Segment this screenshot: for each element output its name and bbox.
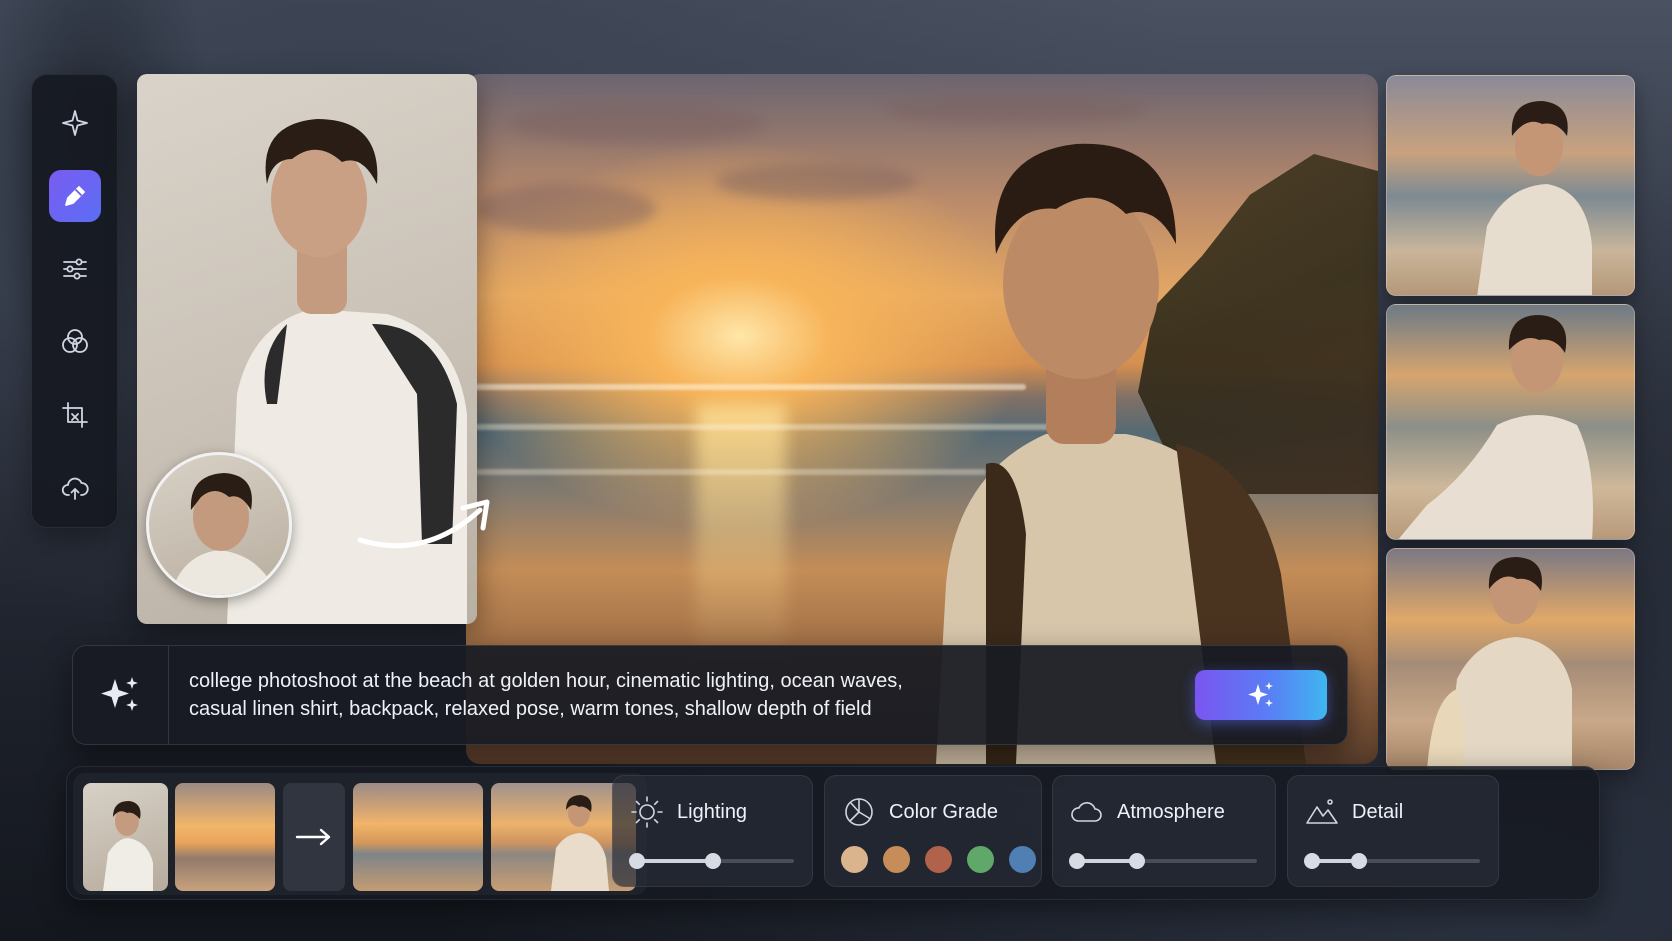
generate-button[interactable]: [1195, 670, 1327, 720]
adjustments-tool-button[interactable]: [49, 243, 101, 295]
detail-label: Detail: [1352, 800, 1404, 823]
detail-slider-knob[interactable]: [1351, 853, 1368, 869]
avatar-portrait: [170, 473, 277, 595]
color-swatches: [841, 846, 1036, 873]
aperture-icon: [845, 798, 873, 826]
bottom-toolbar: Lighting Color Grade Atmosphere Detail: [66, 766, 1600, 900]
prompt-line-2: casual linen shirt, backpack, relaxed po…: [189, 698, 872, 720]
scene-thumbnail[interactable]: [175, 783, 275, 891]
slider-start-dot: [1304, 853, 1320, 869]
atmosphere-label: Atmosphere: [1117, 800, 1225, 823]
variation-figure: [1427, 557, 1572, 769]
prompt-bar: college photoshoot at the beach at golde…: [72, 645, 1348, 745]
sparkle-tool-button[interactable]: [49, 97, 101, 149]
input-figure: [103, 801, 153, 891]
atmosphere-slider-knob[interactable]: [1128, 853, 1145, 869]
input-thumbnail[interactable]: [83, 783, 168, 891]
pencil-tool-button[interactable]: [48, 170, 101, 222]
mountain-icon: [1306, 799, 1338, 824]
lighting-control: Lighting: [612, 775, 813, 887]
atmosphere-control: Atmosphere: [1052, 775, 1276, 887]
sliders-icon: [62, 258, 87, 280]
color-grade-label: Color Grade: [889, 800, 998, 823]
color-swatch[interactable]: [841, 846, 868, 873]
color-swatch[interactable]: [967, 846, 994, 873]
tool-sidebar: [31, 74, 118, 528]
atmosphere-slider[interactable]: [1069, 853, 1257, 869]
sun-icon: [631, 796, 663, 828]
variation-thumbnail[interactable]: [1386, 548, 1635, 770]
color-swatch[interactable]: [1009, 846, 1036, 873]
sparkle-icon: [61, 110, 88, 136]
pencil-icon: [64, 186, 85, 206]
arrow-right-icon: [295, 828, 331, 846]
prompt-sparkle-icon: [73, 646, 169, 744]
color-swatch[interactable]: [925, 846, 952, 873]
crop-icon: [61, 402, 88, 428]
lighting-slider[interactable]: [629, 853, 794, 869]
prompt-line-1: college photoshoot at the beach at golde…: [189, 670, 903, 692]
slider-start-dot: [629, 853, 645, 869]
cloud-upload-icon: [61, 477, 89, 500]
sparkle-icon: [1248, 682, 1273, 707]
variation-figure: [1398, 315, 1593, 539]
lighting-label: Lighting: [677, 800, 748, 823]
lighting-slider-fill: [635, 859, 713, 863]
slider-start-dot: [1069, 853, 1085, 869]
cloud-icon: [1071, 802, 1102, 822]
color-tool-button[interactable]: [49, 316, 101, 368]
variation-figure: [1477, 101, 1592, 295]
cloud: [476, 184, 656, 234]
process-strip: [73, 773, 647, 895]
upload-tool-button[interactable]: [49, 462, 101, 514]
color-swatch[interactable]: [883, 846, 910, 873]
cloud: [506, 104, 766, 144]
prompt-input[interactable]: college photoshoot at the beach at golde…: [169, 667, 1195, 723]
lighting-slider-knob[interactable]: [704, 853, 721, 869]
reference-face-avatar[interactable]: [146, 452, 292, 598]
transform-arrow-icon: [357, 499, 490, 549]
arrow-step: [283, 783, 345, 891]
color-grade-control: Color Grade: [824, 775, 1042, 887]
variation-thumbnail[interactable]: [1386, 75, 1635, 296]
detail-slider[interactable]: [1304, 853, 1480, 869]
crop-tool-button[interactable]: [49, 389, 101, 441]
sun-reflection: [696, 404, 786, 664]
detail-control: Detail: [1287, 775, 1499, 887]
color-circles-icon: [61, 329, 88, 353]
variation-thumbnail[interactable]: [1386, 304, 1635, 540]
scene-thumbnail[interactable]: [353, 783, 483, 891]
